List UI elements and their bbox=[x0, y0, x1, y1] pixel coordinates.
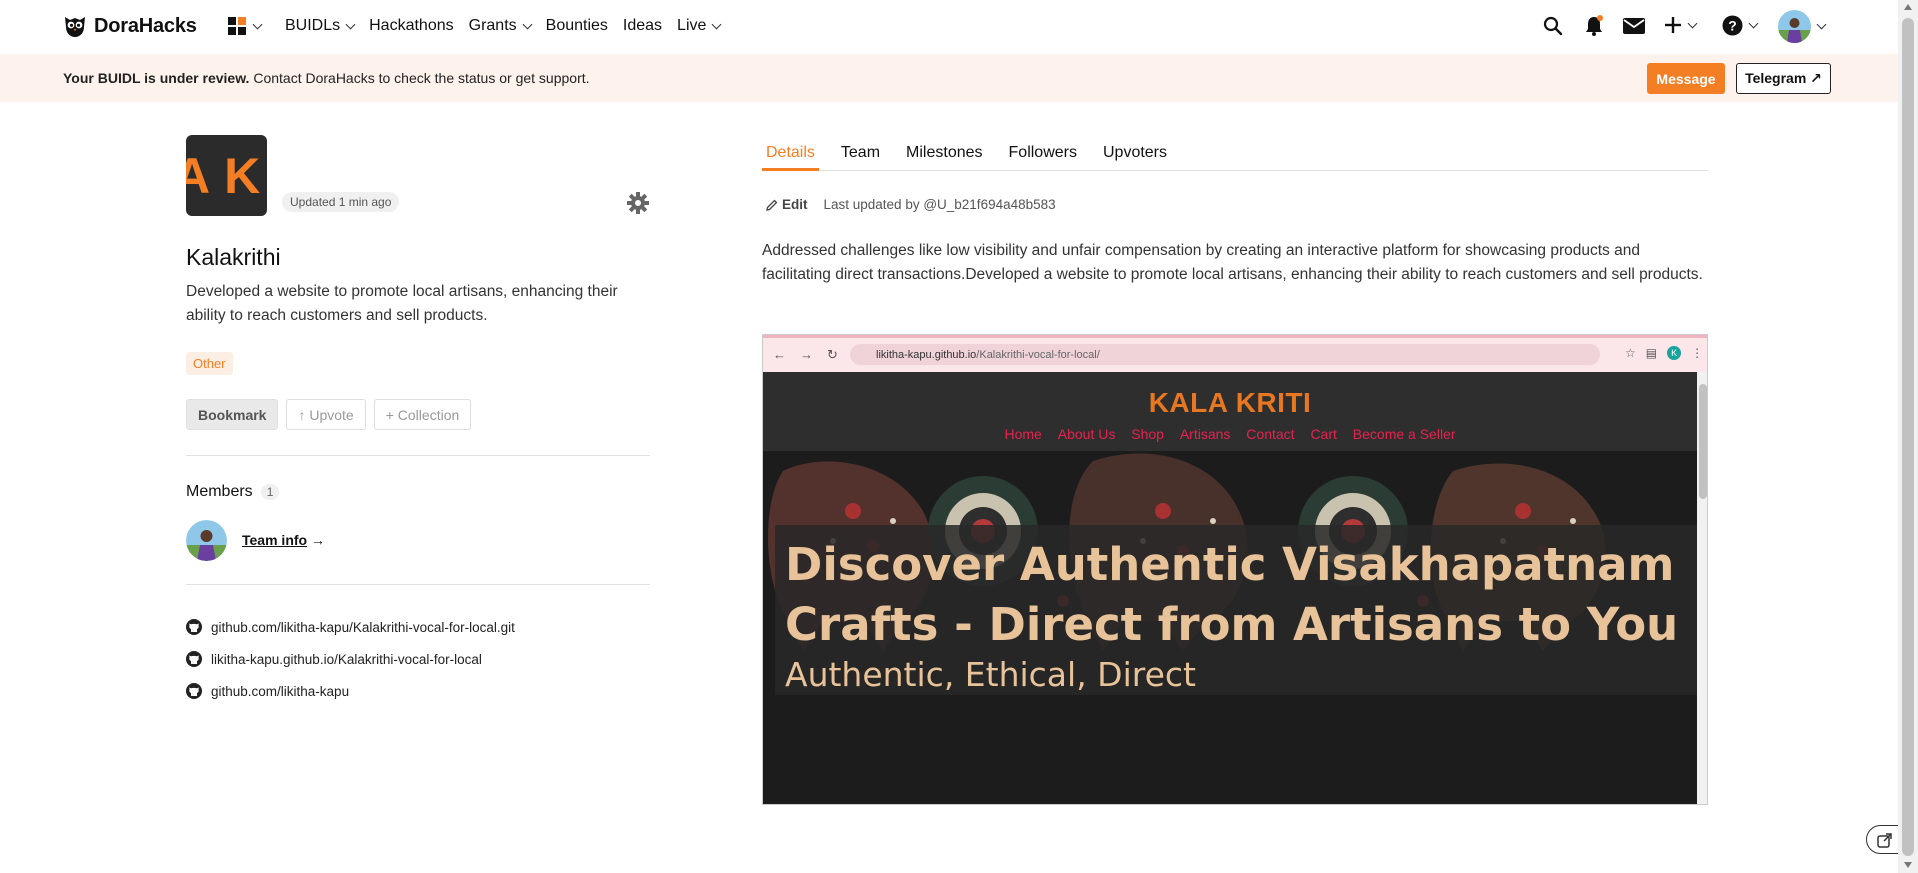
create-menu-button[interactable] bbox=[1664, 16, 1698, 34]
updated-badge: Updated 1 min ago bbox=[282, 192, 400, 212]
bookmark-button[interactable]: Bookmark bbox=[186, 399, 279, 430]
edit-button[interactable]: Edit bbox=[766, 197, 808, 212]
divider bbox=[186, 584, 650, 585]
mail-icon[interactable] bbox=[1623, 18, 1645, 34]
brand-name: DoraHacks bbox=[94, 14, 197, 37]
nav-buidls[interactable]: BUIDLs bbox=[285, 17, 356, 35]
hero-subheading: Authentic, Ethical, Direct bbox=[785, 655, 1196, 694]
reload-icon: ↻ bbox=[827, 347, 838, 362]
nav-hackathons[interactable]: Hackathons bbox=[369, 17, 454, 35]
notice-text: Your BUIDL is under review. Contact Dora… bbox=[63, 70, 590, 86]
share-icon bbox=[1877, 832, 1892, 848]
divider bbox=[186, 455, 650, 456]
chevron-down-icon bbox=[1816, 19, 1827, 30]
scroll-down-arrow-icon[interactable] bbox=[1904, 862, 1912, 868]
tab-followers[interactable]: Followers bbox=[1005, 140, 1081, 171]
project-links: github.com/likitha-kapu/Kalakrithi-vocal… bbox=[186, 611, 515, 707]
tab-milestones[interactable]: Milestones bbox=[902, 140, 986, 171]
members-count: 1 bbox=[260, 484, 280, 500]
details-body: Addressed challenges like low visibility… bbox=[762, 242, 1703, 283]
embedded-browser-bar: ← → ↻ likitha-kapu.github.io/Kalakrithi-… bbox=[763, 335, 1707, 372]
project-actions: Bookmark ↑ Upvote + Collection bbox=[186, 399, 472, 430]
apps-grid-icon bbox=[228, 17, 246, 35]
chevron-down-icon bbox=[522, 19, 533, 29]
embedded-site-title: KALA KRITI bbox=[1148, 387, 1312, 418]
scroll-up-arrow-icon[interactable] bbox=[1904, 4, 1912, 10]
link-website[interactable]: likitha-kapu.github.io/Kalakrithi-vocal-… bbox=[186, 643, 515, 675]
nav-bounties[interactable]: Bounties bbox=[546, 17, 608, 35]
nav-grants[interactable]: Grants bbox=[469, 17, 533, 35]
project-title: Kalakrithi bbox=[186, 244, 281, 270]
embedded-url-bar: likitha-kapu.github.io/Kalakrithi-vocal-… bbox=[850, 344, 1600, 365]
last-updated-text: Last updated by @U_b21f694a48b583 bbox=[823, 197, 1056, 212]
extensions-icon: ▤ bbox=[1645, 346, 1658, 360]
telegram-button[interactable]: Telegram ↗ bbox=[1736, 63, 1831, 94]
link-repo[interactable]: github.com/likitha-kapu/Kalakrithi-vocal… bbox=[186, 611, 515, 643]
star-icon: ☆ bbox=[1625, 346, 1636, 360]
search-icon[interactable] bbox=[1543, 16, 1563, 36]
help-menu-button[interactable]: ? bbox=[1722, 15, 1759, 36]
hero-heading: Discover Authentic Visakhapatnam Crafts … bbox=[785, 538, 1679, 651]
chevron-down-icon bbox=[1687, 18, 1698, 28]
edit-row: Edit Last updated by @U_b21f694a48b583 bbox=[766, 197, 1056, 212]
dorahacks-logo[interactable]: DoraHacks bbox=[62, 13, 197, 39]
nav-ideas[interactable]: Ideas bbox=[623, 17, 662, 35]
svg-text:?: ? bbox=[1728, 18, 1737, 34]
github-icon bbox=[186, 651, 202, 667]
tab-team[interactable]: Team bbox=[837, 140, 884, 171]
plus-icon bbox=[1665, 17, 1681, 33]
team-info-link[interactable]: Team info → bbox=[242, 532, 325, 548]
forward-arrow-icon: → bbox=[800, 347, 813, 362]
project-description: Developed a website to promote local art… bbox=[186, 283, 618, 324]
member-avatar[interactable] bbox=[186, 520, 227, 561]
embedded-site-header: KALA KRITI Home About Us Shop Artisans C… bbox=[763, 372, 1697, 451]
avatar bbox=[1778, 10, 1811, 43]
tab-details[interactable]: Details bbox=[762, 140, 819, 171]
top-navbar: DoraHacks BUIDLs Hackathons Grants Bount… bbox=[0, 0, 1898, 54]
link-profile[interactable]: github.com/likitha-kapu bbox=[186, 675, 515, 707]
upvote-button[interactable]: ↑ Upvote bbox=[286, 399, 366, 430]
profile-icon: K bbox=[1667, 346, 1682, 360]
bell-icon[interactable] bbox=[1584, 15, 1604, 37]
main-nav: BUIDLs Hackathons Grants Bounties Ideas … bbox=[285, 17, 735, 35]
details-tabs: Details Team Milestones Followers Upvote… bbox=[762, 140, 1708, 171]
github-icon bbox=[186, 619, 202, 635]
message-button[interactable]: Message bbox=[1647, 63, 1725, 94]
chevron-down-icon bbox=[252, 19, 263, 29]
embedded-scrollbar bbox=[1697, 372, 1707, 804]
page-scrollbar[interactable] bbox=[1898, 0, 1918, 873]
chevron-down-icon bbox=[711, 19, 722, 29]
tab-upvoters[interactable]: Upvoters bbox=[1099, 140, 1171, 171]
back-arrow-icon: ← bbox=[773, 347, 786, 362]
chevron-down-icon bbox=[345, 19, 356, 29]
project-logo: A K bbox=[186, 135, 267, 216]
review-notice-bar: Your BUIDL is under review. Contact Dora… bbox=[0, 54, 1898, 102]
user-menu-button[interactable] bbox=[1778, 10, 1827, 43]
nav-live[interactable]: Live bbox=[677, 17, 722, 35]
collection-button[interactable]: + Collection bbox=[373, 399, 472, 430]
members-heading: Members 1 bbox=[186, 483, 280, 501]
chevron-down-icon bbox=[1748, 18, 1759, 29]
apps-menu-button[interactable] bbox=[228, 17, 263, 35]
category-tag[interactable]: Other bbox=[186, 352, 233, 375]
more-icon: ⋮ bbox=[1691, 346, 1704, 360]
pencil-icon bbox=[766, 199, 778, 211]
dorahacks-owl-icon bbox=[65, 17, 85, 37]
embedded-site-menu: Home About Us Shop Artisans Contact Cart… bbox=[1004, 426, 1456, 442]
gear-icon[interactable] bbox=[627, 192, 649, 214]
scroll-thumb[interactable] bbox=[1902, 18, 1914, 856]
github-icon bbox=[186, 683, 202, 699]
help-icon: ? bbox=[1722, 15, 1743, 36]
project-screenshot: ← → ↻ likitha-kapu.github.io/Kalakrithi-… bbox=[762, 334, 1708, 805]
